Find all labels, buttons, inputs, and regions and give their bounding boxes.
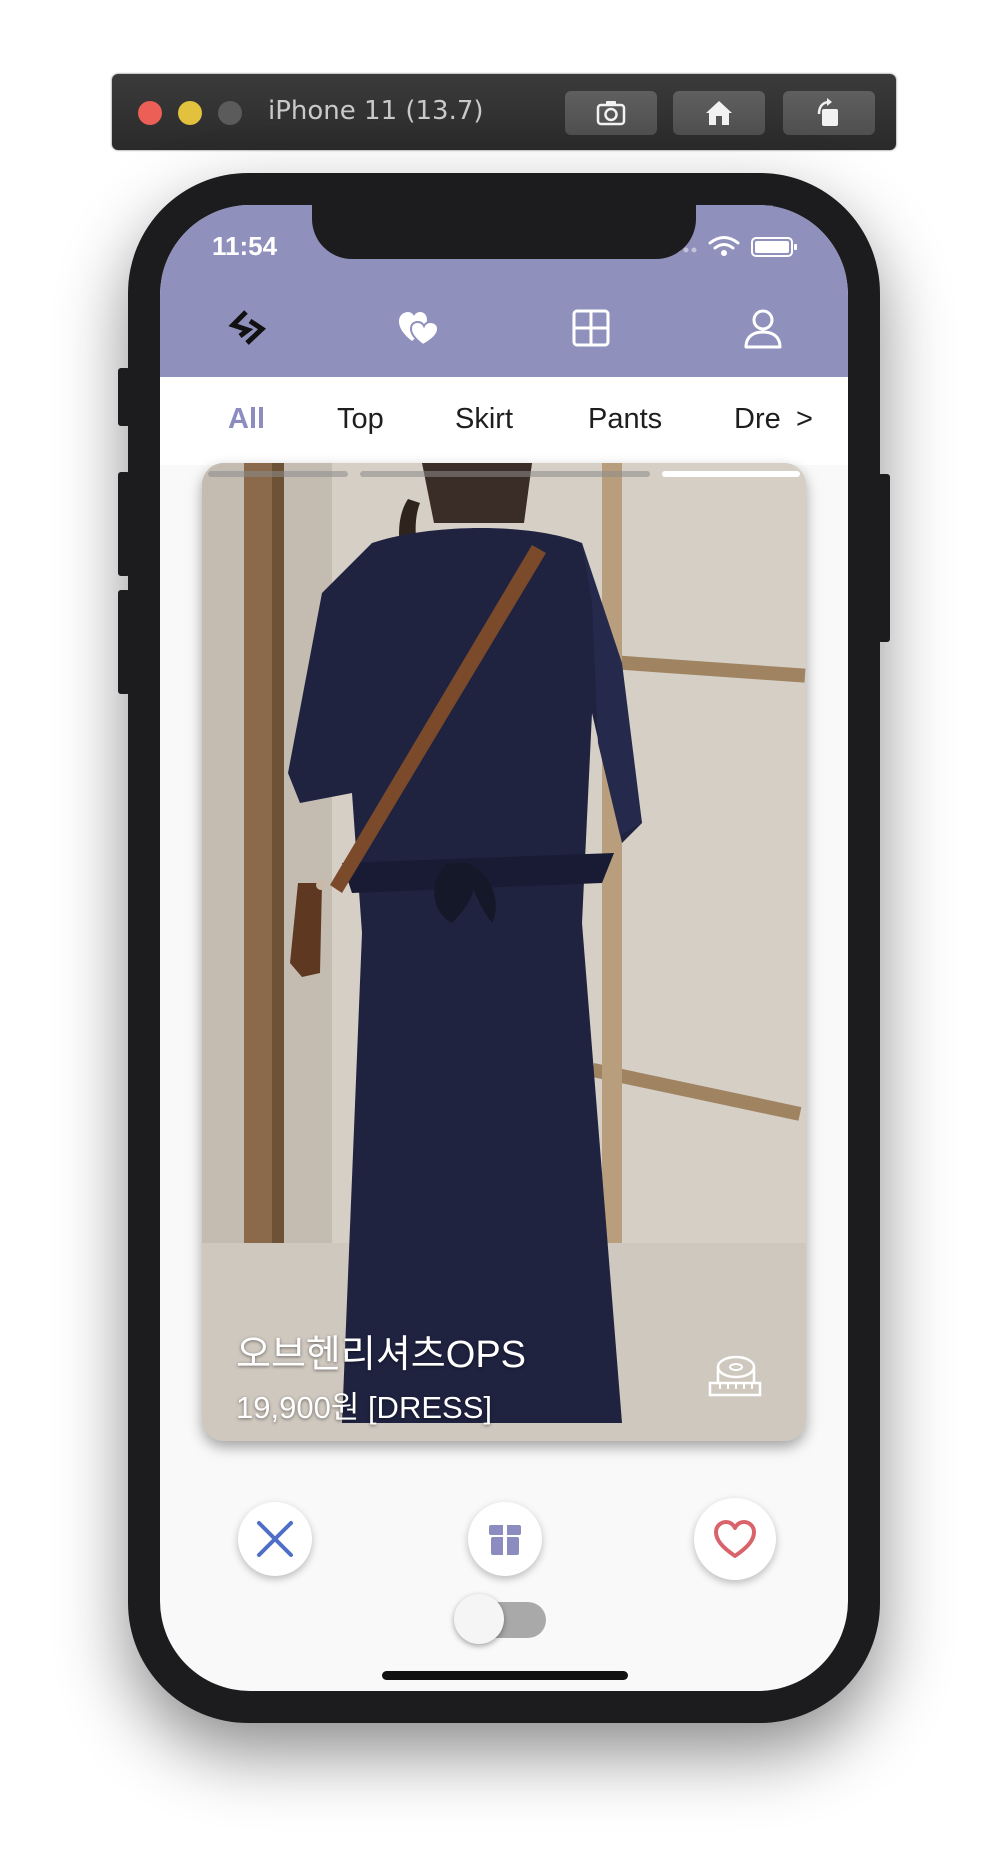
home-indicator[interactable] [382, 1671, 628, 1680]
status-time: 11:54 [212, 231, 278, 261]
rotate-button[interactable] [783, 91, 875, 135]
tab-all[interactable]: All [228, 403, 265, 436]
rotate-icon [817, 98, 838, 126]
logo-icon [228, 310, 267, 345]
nav-profile[interactable] [734, 303, 792, 353]
product-info: 오브헨리셔츠OPS 19,900원 [DRESS] [236, 1323, 526, 1427]
home-button[interactable] [673, 91, 765, 135]
screenshot-button[interactable] [565, 91, 657, 135]
close-window-button[interactable] [138, 101, 162, 125]
nav-grid[interactable] [562, 303, 620, 353]
nav-likes[interactable] [390, 303, 448, 353]
like-button[interactable] [694, 1498, 776, 1580]
progress-segment-active [662, 471, 800, 477]
progress-segment [208, 471, 348, 477]
toggle-knob[interactable] [454, 1594, 504, 1644]
product-price: 19,900원 [DRESS] [236, 1390, 492, 1425]
grid-icon [572, 309, 610, 347]
progress-segment [360, 471, 650, 477]
notch [312, 205, 696, 259]
image-progress [208, 471, 800, 479]
profile-icon [744, 309, 782, 349]
gift-box-icon [489, 1525, 521, 1555]
minimize-window-button[interactable] [178, 101, 202, 125]
tab-top[interactable]: Top [337, 403, 384, 436]
category-tabs: All Top Skirt Pants Dre > [160, 377, 848, 465]
likes-icon [399, 312, 440, 347]
mode-toggle[interactable] [454, 1594, 546, 1644]
battery-icon [751, 237, 797, 257]
product-name: 오브헨리셔츠OPS [236, 1334, 527, 1376]
heart-icon [714, 1520, 756, 1558]
home-icon [706, 101, 732, 125]
close-icon [257, 1521, 293, 1557]
tab-pants[interactable]: Pants [588, 403, 662, 436]
tab-skirt[interactable]: Skirt [455, 403, 513, 436]
simulator-toolbar: iPhone 11 (13.7) [112, 74, 896, 150]
screenshot-icon [596, 101, 626, 126]
tape-measure-icon[interactable] [708, 1353, 762, 1399]
zoom-window-button[interactable] [218, 101, 242, 125]
phone-screen: 11:54 All Top Skirt Pants Dre > 오브헨리셔츠OP… [160, 205, 848, 1691]
wifi-icon [708, 236, 740, 250]
dislike-button[interactable] [238, 1502, 312, 1576]
gift-button[interactable] [468, 1502, 542, 1576]
product-photo [202, 463, 806, 1441]
tabs-scroll-right[interactable]: > [796, 403, 813, 436]
tab-dress[interactable]: Dre [734, 403, 786, 436]
nav-home-logo[interactable] [218, 303, 276, 353]
simulator-title: iPhone 11 (13.7) [268, 96, 484, 126]
product-card[interactable]: 오브헨리셔츠OPS 19,900원 [DRESS] [202, 463, 806, 1441]
